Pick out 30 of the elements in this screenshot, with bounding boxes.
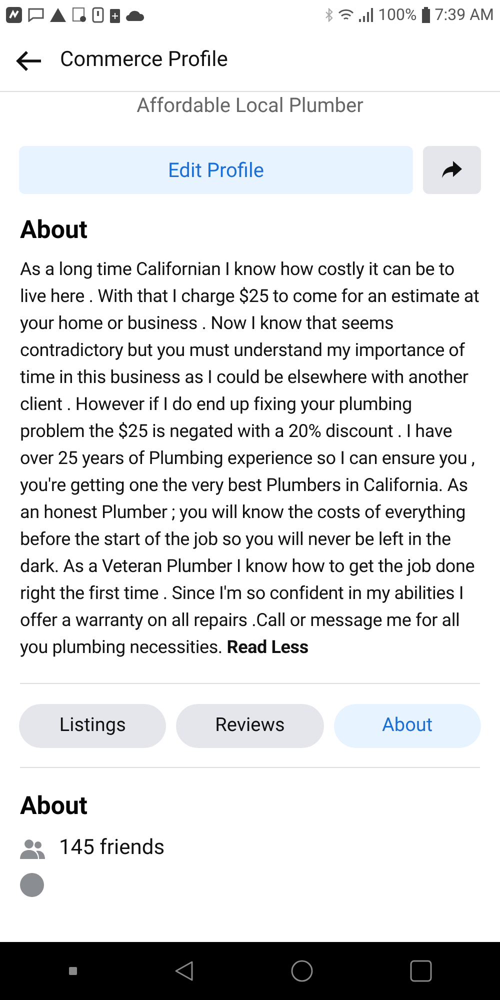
battery-percent: 100%: [378, 4, 417, 26]
wifi-icon: [338, 8, 354, 22]
about-paragraph: As a long time Californian I know how costly it can be to live here . With that I charge $25 to come for an estimate at your home or business . Now I know that seems contradictory but you must understand my importance of time in this business as I could be elsewhere with another client . However if I do end up fixing your plumbing problem the $25 is negated with a 20% discount . I have over 25 years of Plumbing experience so I can ensure you , you're getting one the very best Plumbers in California. As an honest Plumber ; you will know the costs of everything before the start of the job so you will never be left in the dark. As a Veteran Plumber I know how to get the job done right the first time . Since I'm so confident in my abilities I offer a warranty on all repairs .Call or message me for all you plumbing necessities. Read Less: [19, 258, 480, 660]
recents-nav-icon[interactable]: [410, 960, 432, 982]
section-heading: About: [19, 790, 88, 822]
message-icon: [28, 8, 44, 22]
phone-alert-icon: [92, 7, 104, 23]
edit-profile-button[interactable]: Edit Profile: [19, 146, 413, 194]
tab[interactable]: Reviews: [176, 704, 324, 748]
friends-count: 145 friends: [59, 835, 165, 862]
home-nav-icon[interactable]: [290, 960, 312, 982]
read-less-link[interactable]: Read Less: [226, 636, 308, 658]
tab[interactable]: About: [334, 704, 481, 748]
battery-plus-icon: [110, 7, 120, 23]
bluetooth-icon: [325, 8, 334, 22]
battery-icon: [422, 7, 430, 23]
friends-icon: [20, 838, 45, 859]
section-heading: About: [19, 215, 88, 247]
tab[interactable]: Listings: [19, 704, 166, 748]
cloud-icon: [126, 9, 144, 21]
share-button[interactable]: [423, 146, 481, 194]
back-nav-icon[interactable]: [174, 960, 194, 982]
document-icon: [72, 7, 86, 23]
share-icon: [442, 161, 462, 179]
signal-icon: [359, 8, 374, 22]
app-icon: [6, 7, 22, 23]
page-title: Commerce Profile: [60, 46, 228, 74]
warning-icon: [50, 8, 66, 22]
profile-subtitle: Affordable Local Plumber: [136, 92, 364, 119]
clock-time: 7:39 AM: [434, 4, 494, 26]
